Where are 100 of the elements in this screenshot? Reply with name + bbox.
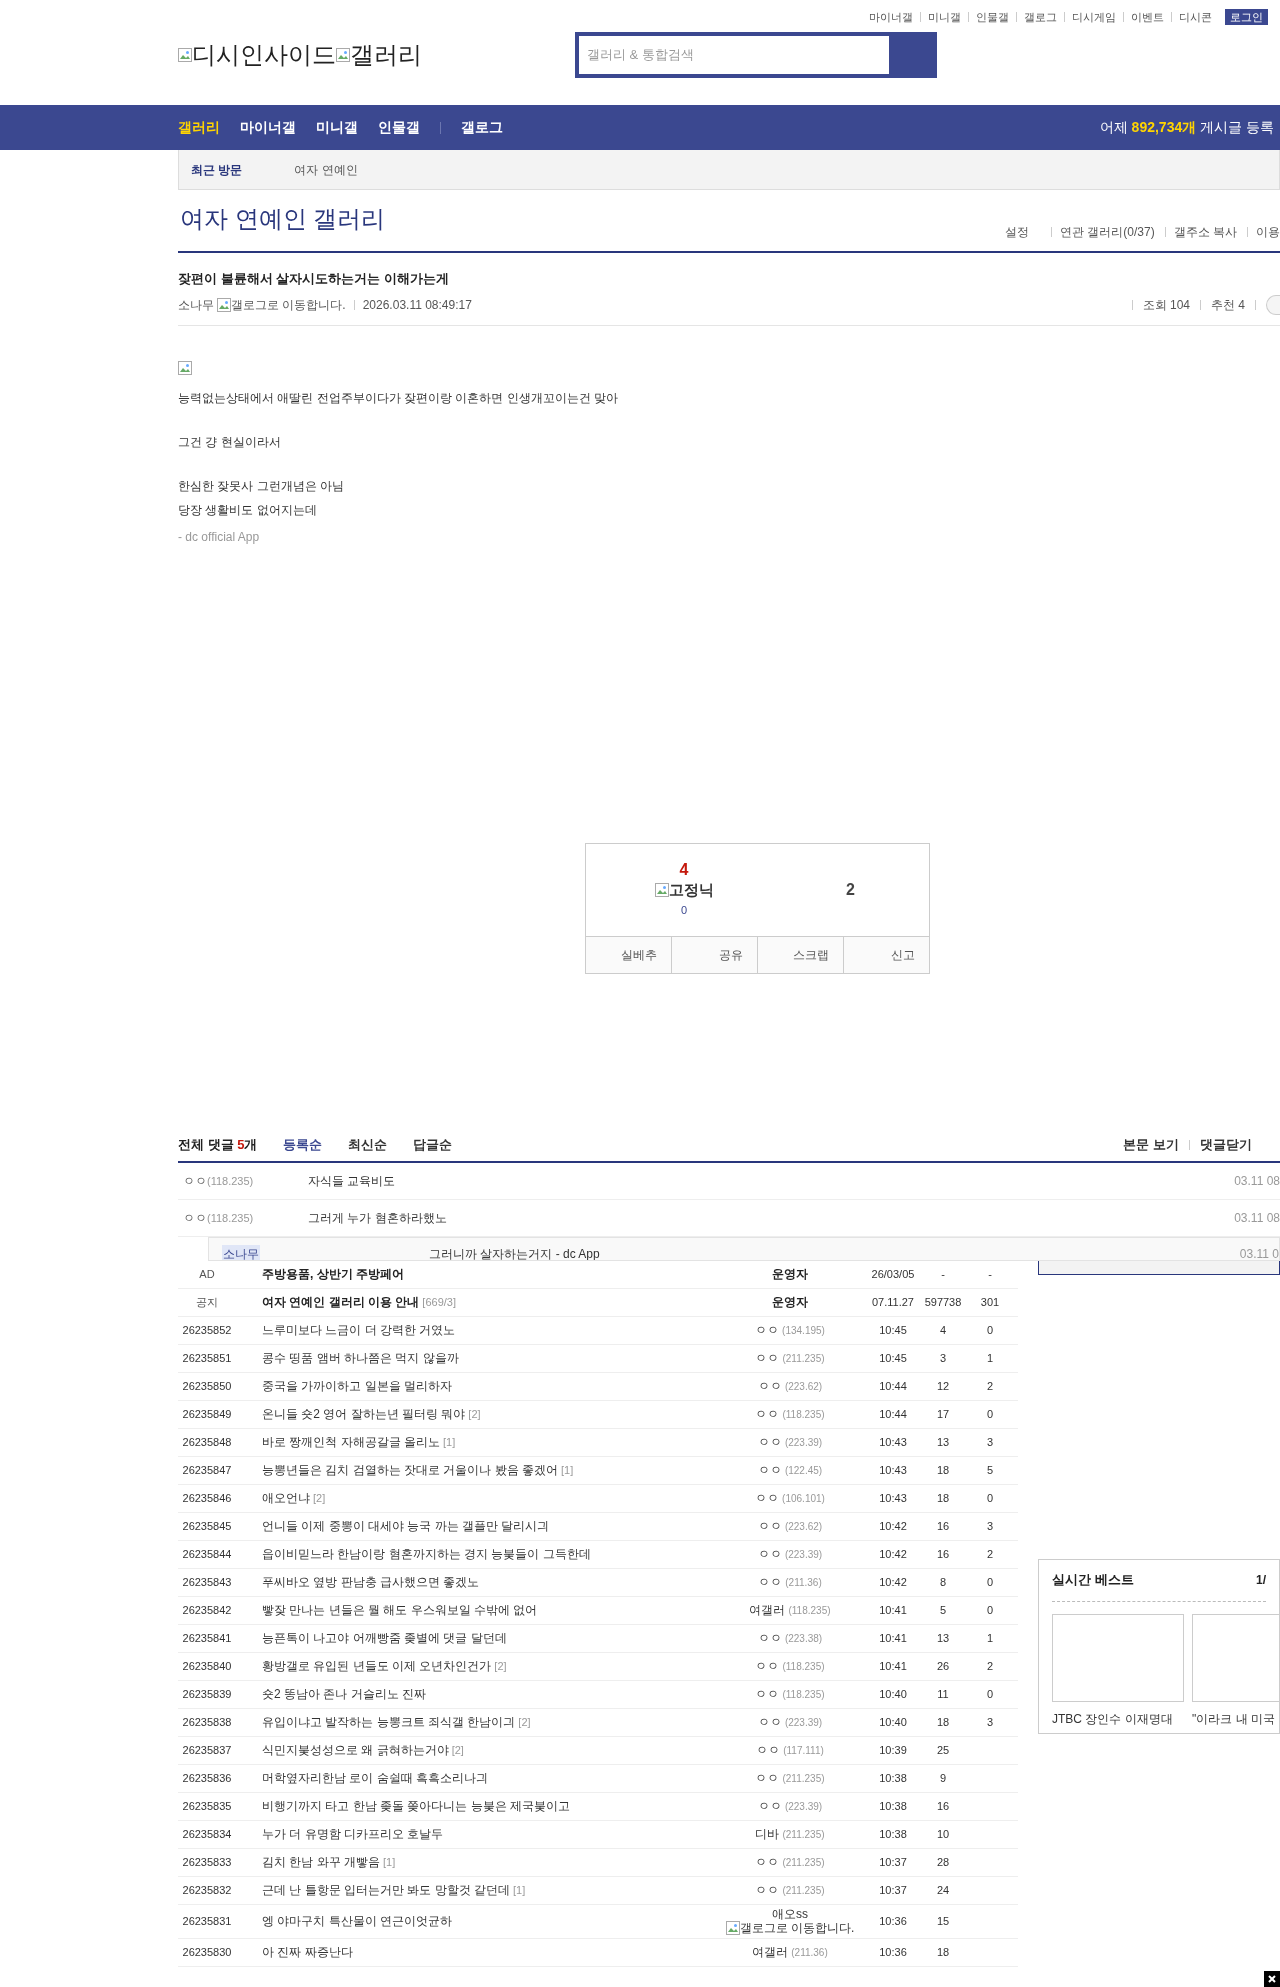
post-writer[interactable]: ㅇㅇ (118.235) (715, 1658, 865, 1674)
post-link[interactable]: 바로 짱깨인척 자해공갈글 올리노 [1] (262, 1433, 715, 1451)
nav-tab[interactable]: 마이너갤 (240, 117, 296, 138)
post-date: 10:39 (878, 1742, 908, 1758)
post-link[interactable]: 숏2 똥남아 존나 거슬리노 진짜 (262, 1685, 715, 1703)
post-writer[interactable]: ㅇㅇ (211.235) (715, 1350, 865, 1366)
login-button[interactable]: 로그인 (1225, 9, 1268, 26)
search-field[interactable]: 갤러리 & 통합검색 (575, 31, 937, 78)
comment-sort-tab[interactable]: 등록순 (283, 1135, 323, 1155)
post-link[interactable]: 빻잦 만나는 년들은 뭘 해도 우스워보일 수밖에 없어 (262, 1601, 715, 1619)
post-link[interactable]: 누가 더 유명함 디카프리오 호날두 (262, 1825, 715, 1843)
post-link[interactable]: 주방용품, 상반기 주방페어 (262, 1265, 715, 1283)
top-link[interactable]: 디시콘 (1179, 9, 1212, 26)
post-link[interactable]: 푸씨바오 옆방 판남충 급사했으면 좋겠노 (262, 1573, 715, 1591)
post-link[interactable]: 유입이냐고 발작하는 능뽕크트 죄식갤 한남이긔 [2] (262, 1713, 715, 1731)
post-writer[interactable]: 운영자 (715, 1295, 865, 1309)
nav-tab[interactable]: 인물갤 (378, 117, 420, 138)
recommend-count: 0 (985, 1322, 995, 1338)
post-writer[interactable]: ㅇㅇ (118.235) (715, 1406, 865, 1422)
post-writer[interactable]: ㅇㅇ (223.62) (715, 1518, 865, 1534)
top-link[interactable]: 미니갤 (928, 9, 961, 26)
post-link[interactable]: 읍이비믿느라 한남이랑 혐혼까지하는 경지 능붖들이 그득한데 (262, 1545, 715, 1563)
site-logo[interactable]: 디시인사이드 (178, 36, 336, 73)
comment-action-link[interactable]: 본문 보기 (1123, 1135, 1179, 1155)
top-link[interactable]: 디시게임 (1072, 9, 1116, 26)
post-link[interactable]: 여자 연예인 갤러리 이용 안내 [669/3] (262, 1293, 715, 1311)
post-writer[interactable]: ㅇㅇ (211.235) (715, 1882, 865, 1898)
best-link[interactable]: JTBC 장인수 이재명대 (1052, 1709, 1184, 1728)
comment-date: 03.11 0 (1239, 1245, 1279, 1260)
gallery-tool-link[interactable]: 갤주소 복사 (1173, 223, 1237, 241)
post-writer[interactable]: 디바 (211.235) (715, 1826, 865, 1842)
thumbnail[interactable] (1052, 1613, 1184, 1702)
round-button[interactable] (1266, 294, 1280, 315)
post-link[interactable]: 근데 난 틀항문 입터는거만 봐도 망할것 같던데 [1] (262, 1881, 715, 1899)
gallery-tool-link[interactable]: 설정 (1004, 223, 1029, 241)
vote-action-button[interactable]: 신고 (844, 936, 929, 973)
post-link[interactable]: 머학옆자리한남 로이 숨쉴때 흑흑소리나긔 (262, 1769, 715, 1787)
close-button[interactable] (1264, 1971, 1280, 1987)
post-writer[interactable]: 여갤러 (211.36) (715, 1944, 865, 1960)
post-writer[interactable]: ㅇㅇ (134.195) (715, 1322, 865, 1338)
view-count: 13 (935, 1630, 951, 1646)
post-link[interactable]: 비행기까지 타고 한남 좆돌 쫒아다니는 능붖은 제국붖이고 (262, 1797, 715, 1815)
nav-tab[interactable]: 미니갤 (316, 117, 358, 138)
post-writer[interactable]: ㅇㅇ (117.111) (715, 1742, 865, 1758)
comment-nick[interactable]: ㅇㅇ(118.235) (183, 1171, 308, 1190)
top-link[interactable]: 마이너갤 (869, 9, 913, 26)
post-link[interactable]: 중국을 가까이하고 일본을 멀리하자 (262, 1377, 715, 1395)
post-link[interactable]: 아 진짜 짜증난다 (262, 1943, 715, 1961)
post-writer[interactable]: ㅇㅇ (223.38) (715, 1630, 865, 1646)
top-link[interactable]: 갤로그 (1024, 9, 1057, 26)
post-writer[interactable]: ㅇㅇ (106.101) (715, 1490, 865, 1506)
view-count: 18 (935, 1490, 951, 1506)
post-writer[interactable]: ㅇㅇ (223.62) (715, 1378, 865, 1394)
comment-nick[interactable]: ㅇㅇ(118.235) (183, 1208, 308, 1227)
post-number: 26235835 (181, 1798, 233, 1814)
post-link[interactable]: 식민지붖성성으로 왜 긁혀하는거야 [2] (262, 1741, 715, 1759)
top-link[interactable]: 이벤트 (1131, 9, 1164, 26)
gallery-logo[interactable]: 갤러리 (336, 36, 422, 73)
top-link[interactable]: 인물갤 (976, 9, 1009, 26)
post-link[interactable]: 김치 한남 와꾸 개빻음 [1] (262, 1853, 715, 1871)
post-link[interactable]: 황방갤로 유입된 년들도 이제 오년차인건가 [2] (262, 1657, 715, 1675)
fixed-nick-label: 고정닉 (654, 879, 714, 902)
comment-sort-tab[interactable]: 최신순 (348, 1135, 388, 1155)
post-writer[interactable]: ㅇㅇ (211.36) (715, 1574, 865, 1590)
post-writer[interactable]: 애오ss 갤로그로 이동합니다. (715, 1907, 865, 1935)
post-link[interactable]: 애오언냐 [2] (262, 1489, 715, 1507)
post-number: 26235842 (181, 1602, 233, 1618)
post-link[interactable]: 능뽕년들은 김치 검열하는 잣대로 거울이나 봤음 좋겠어 [1] (262, 1461, 715, 1479)
post-link[interactable]: 느루미보다 느금이 더 강력한 거였노 (262, 1321, 715, 1339)
author-name[interactable]: 소나무 (178, 295, 214, 314)
upvote-count: 4 (679, 861, 689, 879)
gallery-title[interactable]: 여자 연예인 갤러리 (180, 201, 386, 237)
post-link[interactable]: 온니들 숏2 영어 잘하는년 필터링 뭐야 [2] (262, 1405, 715, 1423)
post-link[interactable]: 능픈톡이 나고야 어깨빵줌 좆별에 댓글 달던데 (262, 1629, 715, 1647)
post-writer[interactable]: ㅇㅇ (223.39) (715, 1546, 865, 1562)
post-writer[interactable]: 운영자 (715, 1267, 865, 1281)
comment-action-link[interactable]: 댓글닫기 (1200, 1135, 1252, 1155)
recent-gallery-link[interactable]: 여자 연예인 (294, 160, 358, 179)
post-writer[interactable]: ㅇㅇ (211.235) (715, 1770, 865, 1786)
vote-action-button[interactable]: 스크랩 (758, 936, 844, 973)
gallery-tool-link[interactable]: 연관 갤러리(0/37) (1059, 223, 1155, 241)
nav-tab[interactable]: 갤러리 (178, 117, 220, 138)
gallog-link[interactable]: 갤로그로 이동합니다. (217, 295, 346, 314)
nav-tab[interactable]: 갤로그 (461, 117, 503, 138)
vote-action-button[interactable]: 실베추 (586, 936, 672, 973)
gallery-tool-link[interactable]: 이용 (1256, 223, 1280, 241)
post-writer[interactable]: ㅇㅇ (211.235) (715, 1854, 865, 1870)
post-link[interactable]: 언니들 이제 중뽕이 대세야 능국 까는 갤플만 달리시긔 (262, 1517, 715, 1535)
post-writer[interactable]: ㅇㅇ (122.45) (715, 1462, 865, 1478)
post-link[interactable]: 엥 야마구치 특산물이 연근이엇균하 (262, 1912, 715, 1930)
comment-nick[interactable]: 소나무 (222, 1244, 260, 1260)
post-writer[interactable]: ㅇㅇ (118.235) (715, 1686, 865, 1702)
post-link[interactable]: 콩수 띵품 앰버 하나쯤은 먹지 않을까 (262, 1349, 715, 1367)
post-writer[interactable]: ㅇㅇ (223.39) (715, 1798, 865, 1814)
comment-sort-tab[interactable]: 답글순 (413, 1135, 453, 1155)
vote-action-button[interactable]: 공유 (672, 936, 758, 973)
post-writer[interactable]: ㅇㅇ (223.39) (715, 1714, 865, 1730)
best-link[interactable]: "이라크 내 미국 (1192, 1709, 1279, 1728)
post-writer[interactable]: ㅇㅇ (223.39) (715, 1434, 865, 1450)
post-writer[interactable]: 여갤러 (118.235) (715, 1602, 865, 1618)
